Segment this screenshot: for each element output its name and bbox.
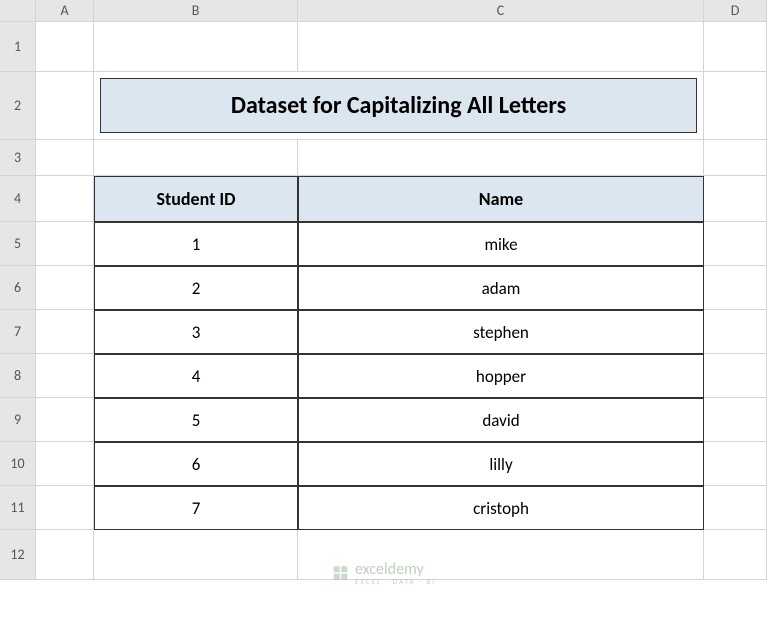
row-header-2[interactable]: 2 [0,72,36,140]
col-header-a[interactable]: A [36,0,94,22]
cell-a6[interactable] [36,266,94,310]
row-header-1[interactable]: 1 [0,22,36,72]
cell-d9[interactable] [704,398,767,442]
row-header-11[interactable]: 11 [0,486,36,530]
cell-d10[interactable] [704,442,767,486]
table-row-id[interactable]: 2 [94,266,298,310]
cell-a4[interactable] [36,176,94,222]
cell-a12[interactable] [36,530,94,580]
cell-d12[interactable] [704,530,767,580]
row-header-3[interactable]: 3 [0,140,36,176]
title-cell-merged[interactable]: Dataset for Capitalizing All Letters [94,72,704,140]
watermark: exceldemy EXCEL · DATA · BI [331,560,436,586]
table-row-id[interactable]: 7 [94,486,298,530]
col-header-c[interactable]: C [298,0,704,22]
table-row-name[interactable]: mike [298,222,704,266]
cell-a5[interactable] [36,222,94,266]
row-header-12[interactable]: 12 [0,530,36,580]
row-header-10[interactable]: 10 [0,442,36,486]
cell-a7[interactable] [36,310,94,354]
col-header-d[interactable]: D [704,0,767,22]
header-name[interactable]: Name [298,176,704,222]
cell-a2[interactable] [36,72,94,140]
table-row-id[interactable]: 6 [94,442,298,486]
cell-d7[interactable] [704,310,767,354]
row-header-9[interactable]: 9 [0,398,36,442]
row-header-7[interactable]: 7 [0,310,36,354]
cell-a11[interactable] [36,486,94,530]
header-student-id[interactable]: Student ID [94,176,298,222]
cell-d11[interactable] [704,486,767,530]
row-header-8[interactable]: 8 [0,354,36,398]
watermark-tagline: EXCEL · DATA · BI [355,577,436,586]
cell-b1[interactable] [94,22,298,72]
table-row-name[interactable]: adam [298,266,704,310]
cell-d2[interactable] [704,72,767,140]
table-row-id[interactable]: 5 [94,398,298,442]
cell-d8[interactable] [704,354,767,398]
table-row-name[interactable]: lilly [298,442,704,486]
cell-a8[interactable] [36,354,94,398]
cell-b3[interactable] [94,140,298,176]
cell-c3[interactable] [298,140,704,176]
cell-d3[interactable] [704,140,767,176]
table-row-name[interactable]: cristoph [298,486,704,530]
table-row-name[interactable]: david [298,398,704,442]
watermark-icon [331,564,349,582]
cell-a3[interactable] [36,140,94,176]
table-row-id[interactable]: 3 [94,310,298,354]
corner-cell[interactable] [0,0,36,22]
row-header-5[interactable]: 5 [0,222,36,266]
dataset-title: Dataset for Capitalizing All Letters [100,78,697,133]
cell-d6[interactable] [704,266,767,310]
cell-d1[interactable] [704,22,767,72]
spreadsheet-grid: A B C D 1 2 Dataset for Capitalizing All… [0,0,767,580]
cell-b12[interactable] [94,530,298,580]
cell-d4[interactable] [704,176,767,222]
table-row-id[interactable]: 4 [94,354,298,398]
cell-a9[interactable] [36,398,94,442]
col-header-b[interactable]: B [94,0,298,22]
row-header-4[interactable]: 4 [0,176,36,222]
cell-c1[interactable] [298,22,704,72]
table-row-name[interactable]: stephen [298,310,704,354]
cell-a1[interactable] [36,22,94,72]
cell-a10[interactable] [36,442,94,486]
row-header-6[interactable]: 6 [0,266,36,310]
table-row-id[interactable]: 1 [94,222,298,266]
cell-d5[interactable] [704,222,767,266]
table-row-name[interactable]: hopper [298,354,704,398]
